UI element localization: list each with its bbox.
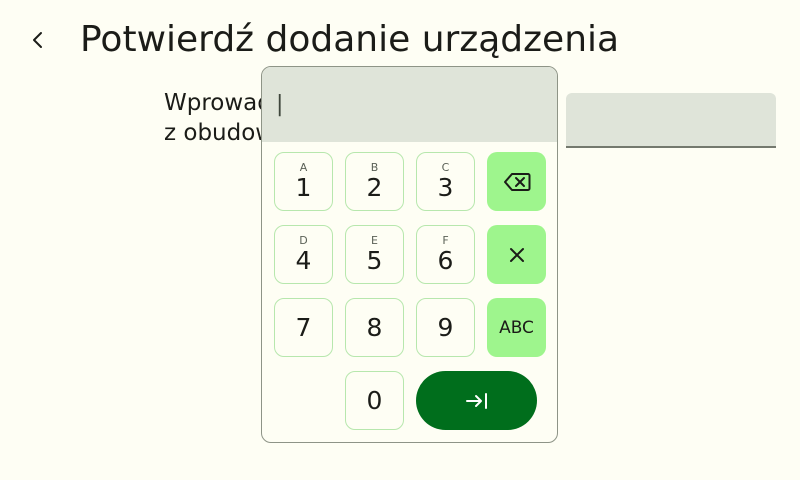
key-1-digit: 1	[295, 172, 312, 202]
key-7-digit: 7	[295, 312, 312, 342]
key-2-letter: B	[370, 160, 379, 174]
key-9-digit: 9	[437, 312, 454, 342]
key-9[interactable]: 9	[416, 298, 475, 357]
key-4[interactable]: D 4	[274, 225, 333, 284]
page-title: Potwierdź dodanie urządzenia	[80, 19, 620, 60]
key-0-digit: 0	[366, 385, 383, 415]
key-8-digit: 8	[366, 312, 383, 342]
page: Potwierdź dodanie urządzenia Wprowadź ko…	[0, 0, 800, 480]
backspace-key[interactable]	[487, 152, 546, 211]
chevron-left-icon	[33, 32, 42, 48]
close-icon	[509, 247, 524, 262]
key-8[interactable]: 8	[345, 298, 404, 357]
key-7[interactable]: 7	[274, 298, 333, 357]
key-2-digit: 2	[366, 172, 383, 202]
clear-key[interactable]	[487, 225, 546, 284]
pin-input-field[interactable]	[566, 93, 776, 148]
key-1[interactable]: A 1	[274, 152, 333, 211]
numeric-keypad: | A 1 B 2 C 3 D 4 E 5 F 6 7 8 9 ABC 0	[261, 66, 558, 443]
back-button[interactable]	[14, 16, 62, 64]
key-3-digit: 3	[437, 172, 454, 202]
key-5[interactable]: E 5	[345, 225, 404, 284]
key-5-digit: 5	[366, 245, 383, 275]
keypad-input-display[interactable]: |	[262, 67, 557, 142]
abc-key[interactable]: ABC	[487, 298, 546, 357]
key-0[interactable]: 0	[345, 371, 404, 430]
key-5-letter: E	[371, 233, 378, 247]
key-3-letter: C	[441, 160, 450, 174]
key-6[interactable]: F 6	[416, 225, 475, 284]
key-4-digit: 4	[295, 245, 312, 275]
key-6-letter: F	[442, 233, 449, 247]
tab-next-icon	[465, 392, 487, 409]
key-6-digit: 6	[437, 245, 454, 275]
abc-key-label: ABC	[499, 317, 534, 338]
backspace-icon	[503, 172, 530, 191]
text-cursor: |	[276, 92, 284, 117]
key-4-letter: D	[299, 233, 308, 247]
enter-key[interactable]	[416, 371, 537, 430]
key-3[interactable]: C 3	[416, 152, 475, 211]
key-1-letter: A	[299, 160, 308, 174]
key-2[interactable]: B 2	[345, 152, 404, 211]
